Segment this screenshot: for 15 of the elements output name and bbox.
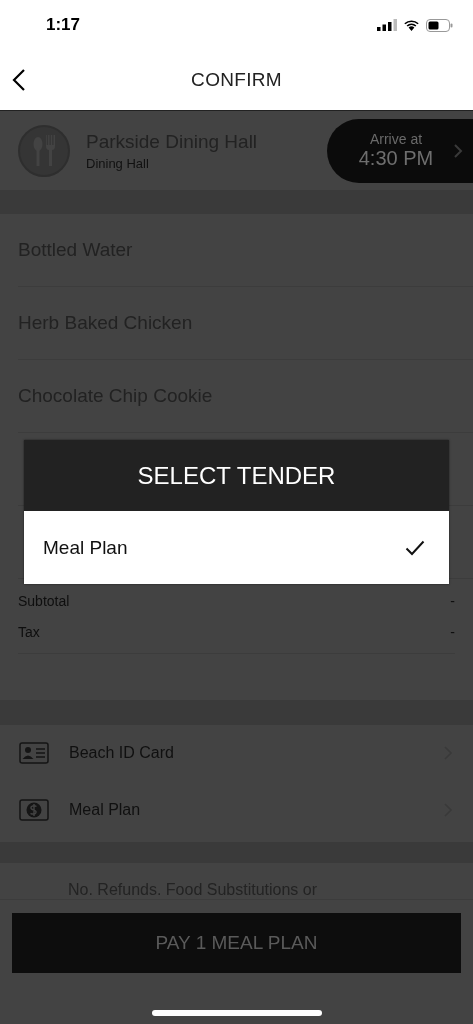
total-value: - (450, 623, 455, 640)
tender-option[interactable]: Meal Plan (24, 511, 449, 584)
total-value: - (450, 592, 455, 609)
back-icon (12, 68, 26, 92)
chevron-icon (453, 142, 463, 159)
arrival-time-button[interactable]: Arrive at 4:30 PM (327, 118, 473, 183)
screen-title: CONFIRM (191, 69, 282, 91)
signal-icon (377, 19, 397, 31)
dollar-bill-icon (19, 798, 49, 821)
id-card-icon (19, 742, 49, 765)
battery-icon (426, 18, 453, 32)
status-time: 1:17 (46, 15, 81, 35)
wifi-icon (403, 19, 420, 31)
pay-button[interactable]: PAY 1 MEAL PLAN (12, 913, 461, 973)
dialog-title: SELECT TENDER (137, 461, 336, 490)
